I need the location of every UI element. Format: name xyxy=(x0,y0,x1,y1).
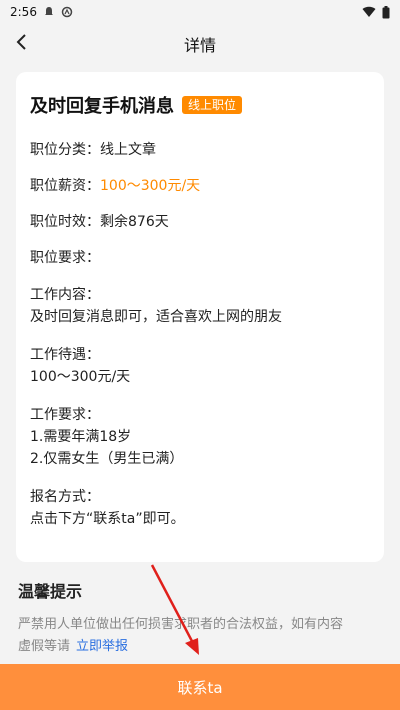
work-requirement-item: 2.仅需女生（男生已满） xyxy=(30,451,184,467)
status-right xyxy=(362,5,390,19)
work-benefits-value: 100～300元/天 xyxy=(30,369,131,385)
tips-text-line2: 虚假等请 xyxy=(18,639,71,654)
contact-button-label: 联系ta xyxy=(177,678,223,697)
job-salary-value: 100～300元/天 xyxy=(100,178,201,194)
job-detail-card: 及时回复手机消息 线上职位 职位分类：线上文章 职位薪资：100～300元/天 … xyxy=(16,72,384,562)
job-validity-row: 职位时效：剩余876天 xyxy=(30,212,370,232)
page-title: 详情 xyxy=(183,36,216,55)
screen: 2:56 详情 及时回复手机消息 线上职位 职位分类：线上文章 职位薪资：100… xyxy=(0,0,400,710)
tips-text-line1: 严禁用人单位做出任何损害求职者的合法权益，如有内容 xyxy=(18,617,344,632)
report-link[interactable]: 立即举报 xyxy=(76,639,128,654)
work-requirements-label: 工作要求： xyxy=(30,407,100,423)
wifi-icon xyxy=(362,6,376,18)
tips-text: 严禁用人单位做出任何损害求职者的合法权益，如有内容 虚假等请 立即举报 xyxy=(18,614,386,658)
job-type-badge: 线上职位 xyxy=(182,96,243,114)
tips-section: 温馨提示 严禁用人单位做出任何损害求职者的合法权益，如有内容 虚假等请 立即举报 xyxy=(18,578,386,658)
work-content-block: 工作内容： 及时回复消息即可，适合喜欢上网的朋友 xyxy=(30,284,370,328)
tips-title: 温馨提示 xyxy=(18,582,83,601)
work-content-value: 及时回复消息即可，适合喜欢上网的朋友 xyxy=(30,309,282,325)
work-content-label: 工作内容： xyxy=(30,287,100,303)
status-time: 2:56 xyxy=(10,5,37,19)
work-requirements-block: 工作要求： 1.需要年满18岁 2.仅需女生（男生已满） xyxy=(30,404,370,470)
work-benefits-label: 工作待遇： xyxy=(30,347,100,363)
apply-method-label: 报名方式： xyxy=(30,489,100,505)
job-validity-value: 剩余876天 xyxy=(100,214,169,230)
navigation-header: 详情 xyxy=(0,24,400,64)
job-salary-row: 职位薪资：100～300元/天 xyxy=(30,176,370,196)
back-button[interactable] xyxy=(8,30,36,58)
contact-button[interactable]: 联系ta xyxy=(0,664,400,710)
job-requirement-row: 职位要求： xyxy=(30,248,370,268)
job-requirement-label: 职位要求： xyxy=(30,250,100,266)
notification-icon xyxy=(43,6,55,18)
apply-method-value: 点击下方“联系ta”即可。 xyxy=(30,511,185,527)
job-title: 及时回复手机消息 xyxy=(30,96,174,117)
job-salary-label: 职位薪资： xyxy=(30,178,100,194)
job-category-row: 职位分类：线上文章 xyxy=(30,140,370,160)
job-header: 及时回复手机消息 线上职位 xyxy=(30,92,370,118)
job-category-label: 职位分类： xyxy=(30,142,100,158)
apply-method-block: 报名方式： 点击下方“联系ta”即可。 xyxy=(30,486,370,530)
chevron-left-icon xyxy=(15,33,29,55)
job-validity-label: 职位时效： xyxy=(30,214,100,230)
status-bar: 2:56 xyxy=(0,0,400,24)
work-requirement-item: 1.需要年满18岁 xyxy=(30,429,132,445)
work-benefits-block: 工作待遇： 100～300元/天 xyxy=(30,344,370,388)
job-category-value: 线上文章 xyxy=(100,142,156,158)
circle-icon xyxy=(61,6,73,18)
status-left: 2:56 xyxy=(10,5,73,19)
battery-icon xyxy=(382,5,390,19)
